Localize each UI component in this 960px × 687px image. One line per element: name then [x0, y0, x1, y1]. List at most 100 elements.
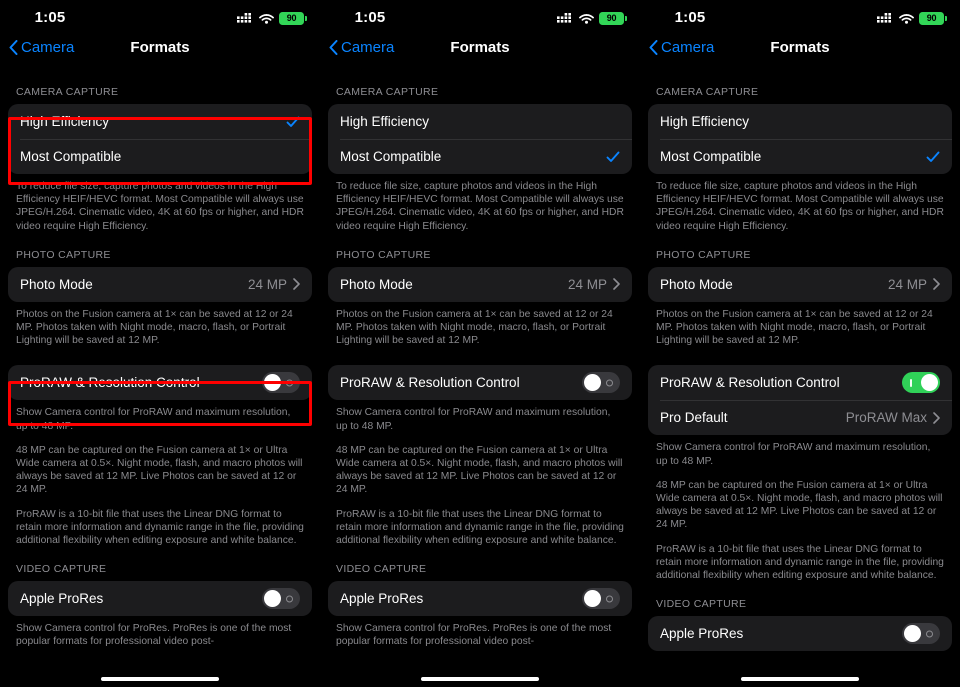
status-bar: 1:05 90 — [640, 0, 960, 36]
row-label: Most Compatible — [660, 149, 762, 164]
checkmark-icon — [606, 151, 620, 162]
phone-screen-1: 1:05 90 Camera Formats CAMERA CAPTURE Hi… — [0, 0, 320, 687]
section-header-camera-capture: CAMERA CAPTURE — [656, 86, 759, 98]
home-indicator — [741, 677, 859, 681]
toggle-off-mark — [286, 595, 293, 603]
row-proraw-control[interactable]: ProRAW & Resolution Control — [8, 365, 312, 400]
chevron-right-icon — [933, 412, 940, 424]
toggle-knob — [904, 625, 921, 643]
row-label: High Efficiency — [660, 114, 750, 129]
battery-level-label: 90 — [926, 13, 937, 23]
cellular-signal-icon — [877, 13, 891, 23]
phone-screen-2: 1:05 90 Camera Formats CAMERA CAPTURE Hi… — [320, 0, 640, 687]
note-text: Show Camera control for ProRAW and maxim… — [16, 407, 291, 432]
settings-list-2: CAMERA CAPTURE High Efficiency Most Comp… — [320, 70, 640, 649]
note-photo-capture: Photos on the Fusion camera at 1× can be… — [8, 302, 312, 348]
phone-screen-3: 1:05 90 Camera Formats CAMERA CAPTURE Hi… — [640, 0, 960, 687]
row-pro-default[interactable]: Pro Default ProRAW Max — [648, 400, 952, 435]
note-text: To reduce file size, capture photos and … — [336, 181, 624, 232]
back-button-camera[interactable]: Camera — [9, 39, 74, 56]
chevron-right-icon — [613, 278, 620, 291]
row-photo-mode[interactable]: Photo Mode 24 MP — [8, 267, 312, 302]
row-high-efficiency[interactable]: High Efficiency — [328, 104, 632, 139]
battery-level-label: 90 — [606, 13, 617, 23]
row-apple-prores[interactable]: Apple ProRes — [328, 581, 632, 616]
row-label: Pro Default — [660, 410, 728, 426]
cellular-signal-icon — [557, 13, 571, 23]
row-label: Apple ProRes — [340, 591, 424, 607]
section-header-photo-capture: PHOTO CAPTURE — [336, 248, 431, 261]
battery-icon: 90 — [279, 12, 307, 25]
row-label: Apple ProRes — [20, 591, 104, 607]
prores-toggle[interactable] — [902, 623, 940, 645]
home-indicator — [101, 677, 219, 681]
chevron-right-icon — [933, 278, 940, 291]
proraw-toggle[interactable] — [902, 372, 940, 394]
row-value: ProRAW Max — [845, 410, 927, 426]
status-indicators: 90 — [557, 12, 627, 25]
note-camera-capture: To reduce file size, capture photos and … — [8, 174, 312, 233]
back-button-label: Camera — [661, 39, 715, 56]
checkmark-icon — [286, 116, 300, 127]
battery-level-label: 90 — [286, 13, 297, 23]
note-text: 48 MP can be captured on the Fusion came… — [16, 444, 303, 496]
camera-capture-group: High Efficiency Most Compatible — [648, 104, 952, 174]
page-title: Formats — [450, 39, 510, 56]
row-proraw-control[interactable]: ProRAW & Resolution Control — [328, 365, 632, 400]
toggle-on-mark — [910, 378, 912, 387]
chevron-left-icon — [9, 40, 18, 55]
section-header-photo-capture: PHOTO CAPTURE — [656, 248, 751, 261]
note-text: Show Camera control for ProRAW and maxim… — [656, 442, 931, 467]
status-clock: 1:05 — [34, 9, 66, 26]
status-indicators: 90 — [877, 12, 947, 25]
proraw-toggle[interactable] — [582, 372, 620, 394]
proraw-toggle[interactable] — [262, 372, 300, 394]
row-apple-prores[interactable]: Apple ProRes — [8, 581, 312, 616]
note-prores: Show Camera control for ProRes. ProRes i… — [328, 616, 632, 648]
wifi-icon — [259, 14, 274, 24]
row-high-efficiency[interactable]: High Efficiency — [8, 104, 312, 139]
settings-list-1: CAMERA CAPTURE High Efficiency Most Comp… — [0, 70, 320, 649]
section-header-video-capture: VIDEO CAPTURE — [656, 598, 747, 611]
page-title: Formats — [130, 39, 190, 56]
checkmark-icon — [926, 151, 940, 162]
section-header-camera-capture: CAMERA CAPTURE — [336, 86, 439, 98]
row-label: Photo Mode — [660, 276, 733, 292]
row-high-efficiency[interactable]: High Efficiency — [648, 104, 952, 139]
note-text: Photos on the Fusion camera at 1× can be… — [336, 308, 613, 347]
row-most-compatible[interactable]: Most Compatible — [328, 139, 632, 174]
row-apple-prores[interactable]: Apple ProRes — [648, 616, 952, 651]
row-most-compatible[interactable]: Most Compatible — [8, 139, 312, 174]
prores-toggle[interactable] — [262, 588, 300, 610]
toggle-knob — [584, 374, 601, 392]
row-label: Apple ProRes — [660, 626, 744, 642]
row-most-compatible[interactable]: Most Compatible — [648, 139, 952, 174]
row-label: High Efficiency — [20, 114, 110, 129]
proraw-group: ProRAW & Resolution Control — [328, 365, 632, 401]
photo-capture-group: Photo Mode 24 MP — [328, 266, 632, 302]
battery-icon: 90 — [919, 12, 947, 25]
note-photo-capture: Photos on the Fusion camera at 1× can be… — [328, 302, 632, 348]
settings-list-3: CAMERA CAPTURE High Efficiency Most Comp… — [640, 70, 960, 652]
toggle-knob — [264, 590, 281, 608]
row-photo-mode[interactable]: Photo Mode 24 MP — [648, 267, 952, 302]
toggle-off-mark — [606, 595, 613, 603]
camera-capture-group: High Efficiency Most Compatible — [328, 104, 632, 174]
back-button-label: Camera — [341, 39, 395, 56]
prores-toggle[interactable] — [582, 588, 620, 610]
note-text: Photos on the Fusion camera at 1× can be… — [16, 308, 293, 347]
row-label: Photo Mode — [20, 276, 93, 292]
row-photo-mode[interactable]: Photo Mode 24 MP — [328, 267, 632, 302]
row-label: ProRAW & Resolution Control — [340, 375, 520, 391]
back-button-camera[interactable]: Camera — [649, 39, 714, 56]
row-proraw-control[interactable]: ProRAW & Resolution Control — [648, 365, 952, 400]
navigation-bar: Camera Formats — [0, 36, 320, 70]
toggle-knob — [264, 374, 281, 392]
note-text: ProRAW is a 10-bit file that uses the Li… — [16, 508, 304, 547]
note-text: ProRAW is a 10-bit file that uses the Li… — [656, 543, 944, 582]
note-proraw: Show Camera control for ProRAW and maxim… — [648, 435, 952, 582]
back-button-camera[interactable]: Camera — [329, 39, 394, 56]
section-header-camera-capture: CAMERA CAPTURE — [16, 86, 119, 98]
status-clock: 1:05 — [354, 9, 386, 26]
screenshot-sequence: 1:05 90 Camera Formats CAMERA CAPTURE Hi… — [0, 0, 960, 687]
